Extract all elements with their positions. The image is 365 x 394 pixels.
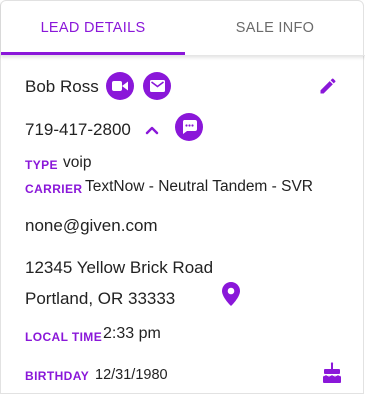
lead-phone: 719-417-2800 bbox=[25, 120, 131, 139]
lead-email: none@given.com bbox=[25, 216, 158, 235]
collapse-phone-button[interactable] bbox=[143, 121, 161, 139]
tab-lead-details[interactable]: LEAD DETAILS bbox=[1, 1, 185, 55]
video-camera-icon bbox=[112, 81, 128, 91]
pencil-icon bbox=[320, 78, 336, 94]
email-button[interactable] bbox=[143, 72, 171, 100]
birthday-value: 12/31/1980 bbox=[95, 367, 168, 383]
chat-bubble-icon bbox=[182, 120, 197, 134]
tab-bar: LEAD DETAILS SALE INFO bbox=[1, 1, 365, 56]
lead-name: Bob Ross bbox=[25, 77, 99, 96]
birthday-cake-button bbox=[321, 361, 343, 383]
active-tab-indicator bbox=[1, 52, 185, 55]
carrier-label: CARRIER bbox=[25, 182, 83, 196]
map-pin-icon bbox=[222, 282, 240, 306]
type-label: TYPE bbox=[25, 158, 58, 172]
local-time-label: LOCAL TIME bbox=[25, 330, 103, 344]
chevron-up-icon bbox=[145, 126, 159, 135]
carrier-value: TextNow - Neutral Tandem - SVR bbox=[85, 178, 313, 195]
sms-button[interactable] bbox=[175, 113, 203, 141]
envelope-icon bbox=[149, 80, 165, 92]
type-value: voip bbox=[63, 154, 92, 171]
edit-button[interactable] bbox=[317, 75, 339, 97]
address-line-2: Portland, OR 33333 bbox=[25, 289, 176, 308]
lead-card: LEAD DETAILS SALE INFO Bob Ross 719-417-… bbox=[0, 0, 365, 394]
map-button[interactable] bbox=[220, 281, 242, 307]
tab-sale-info[interactable]: SALE INFO bbox=[185, 1, 365, 55]
video-call-button[interactable] bbox=[106, 72, 134, 100]
birthday-label: BIRTHDAY bbox=[25, 369, 90, 383]
local-time-value: 2:33 pm bbox=[103, 325, 161, 342]
address-line-1: 12345 Yellow Brick Road bbox=[25, 258, 214, 277]
cake-icon bbox=[322, 361, 342, 383]
